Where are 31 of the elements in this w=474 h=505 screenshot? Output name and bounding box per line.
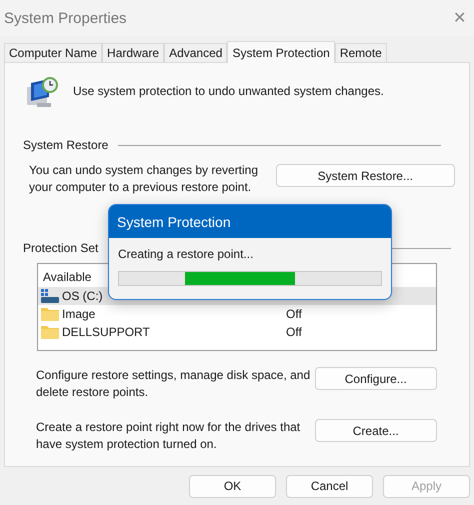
protection-status: Off [286,324,302,340]
section-heading: Protection Set [22,240,98,257]
tab[interactable]: Computer Name [4,43,102,62]
dialog-button[interactable]: Cancel [286,474,373,498]
configure-button[interactable]: Configure... [314,367,437,390]
list-row[interactable]: DELLSUPPORT Off [38,323,436,341]
create-description: Create a restore point right now for the drives that have system protection turned on. [36,419,302,453]
progress-message: Creating a restore point... [118,246,254,263]
system-restore-button[interactable]: System Restore... [276,164,455,187]
drive-name: Image [62,307,96,321]
configure-description: Configure restore settings, manage disk space, and delete restore points. [36,367,312,401]
column-header: Available [43,268,92,286]
dialog-button[interactable]: OK [189,474,276,498]
tab[interactable]: System Protection [227,41,335,63]
list-row[interactable]: Image Off [38,305,436,323]
folder-icon [41,307,59,321]
section-heading: System Restore [22,137,108,154]
folder-icon [41,325,59,339]
tab[interactable]: Hardware [102,43,164,62]
window-title: System Properties [4,10,127,26]
tab[interactable]: Remote [334,43,387,62]
drive-icon [41,289,59,303]
create-button[interactable]: Create... [314,419,437,442]
tab[interactable]: Advanced [164,43,228,62]
drive-name: OS (C:) [62,289,104,303]
system-protection-icon [25,75,59,109]
restore-description: You can undo system changes by reverting your computer to a previous restore point. [29,162,260,196]
intro-text: Use system protection to undo unwanted system changes. [73,83,384,100]
drive-name: DELLSUPPORT [62,325,151,339]
protection-status: Off [286,306,302,322]
dialog-title: System Protection [117,214,231,230]
